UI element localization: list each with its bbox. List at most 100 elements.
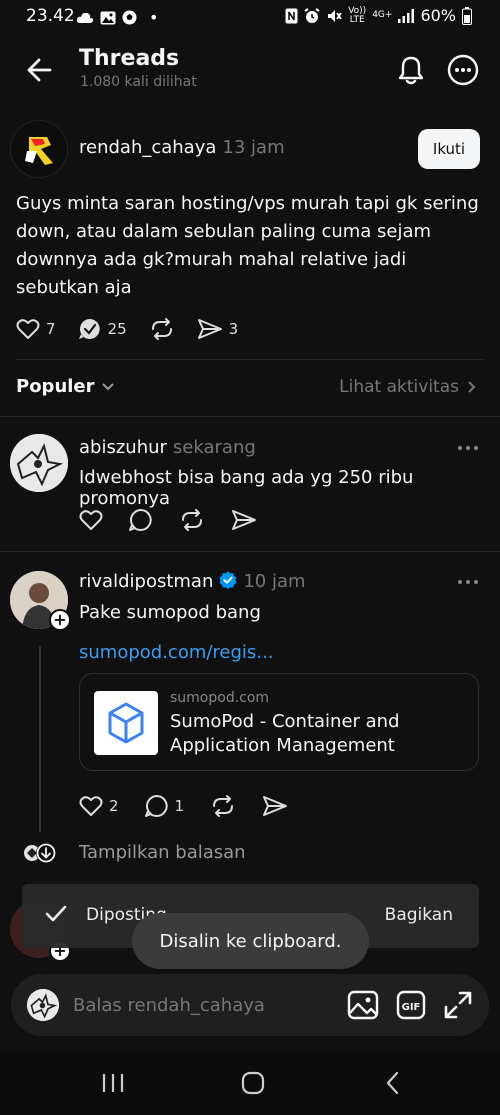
alarm-icon — [304, 7, 320, 23]
show-replies-avatars — [22, 841, 58, 865]
home-button[interactable] — [240, 1070, 266, 1096]
sort-label: Populer — [16, 376, 95, 397]
post-author-username[interactable]: rendah_cahaya — [79, 137, 216, 158]
like-count: 7 — [46, 320, 56, 338]
view-activity-label: Lihat aktivitas — [339, 377, 459, 397]
reply-author-username[interactable]: rivaldipostman — [79, 571, 213, 592]
system-back-button[interactable] — [380, 1070, 406, 1096]
comment-button[interactable] — [129, 508, 153, 532]
chevron-left-icon — [386, 1071, 399, 1095]
send-icon — [197, 319, 222, 339]
share-count: 3 — [228, 320, 239, 338]
repost-button[interactable] — [179, 508, 205, 532]
reply-input[interactable] — [73, 974, 333, 1036]
post-actions: 7 25 3 — [16, 316, 260, 342]
reply-author-line: abiszuhur sekarang — [79, 437, 256, 458]
reply-author-line: rivaldipostman 10 jam — [79, 571, 306, 592]
chevron-right-icon — [468, 381, 476, 393]
nfc-icon — [285, 8, 298, 23]
bell-icon — [398, 56, 424, 85]
reply-avatars-icon — [24, 843, 56, 863]
gallery-icon — [100, 11, 116, 24]
reply-link[interactable]: sumopod.com/regis... — [79, 642, 273, 663]
image-icon — [347, 990, 379, 1020]
chevron-down-icon — [101, 382, 114, 390]
repost-icon — [151, 318, 172, 340]
post-timestamp: 13 jam — [222, 137, 285, 158]
follow-plus-badge[interactable]: + — [49, 609, 71, 631]
repost-icon — [213, 795, 234, 817]
status-time: 23.42 — [26, 6, 75, 26]
show-replies-link[interactable]: Tampilkan balasan — [79, 842, 246, 863]
like-button[interactable] — [79, 509, 103, 531]
reply-bubble-check-icon — [78, 319, 100, 339]
back-button[interactable] — [22, 54, 58, 86]
heart-icon — [79, 796, 103, 816]
link-preview-card[interactable]: sumopod.com SumoPod - Container and Appl… — [79, 673, 479, 771]
share-action-button[interactable]: Bagikan — [385, 905, 453, 925]
share-button[interactable] — [231, 508, 257, 532]
status-system-icons: Vo)) LTE 4G+ 60% — [285, 6, 472, 25]
post-author-avatar[interactable] — [10, 120, 68, 178]
follow-button[interactable]: Ikuti — [418, 129, 480, 169]
image-attach-button[interactable] — [347, 989, 379, 1021]
send-icon — [232, 510, 256, 530]
heart-icon — [16, 319, 40, 339]
expand-button[interactable] — [443, 989, 473, 1021]
status-notification-icons: • — [76, 8, 158, 27]
expand-icon — [444, 991, 472, 1019]
clipboard-toast: Disalin ke clipboard. — [132, 913, 369, 969]
reply-author-avatar[interactable] — [10, 434, 68, 492]
comment-button[interactable]: 1 — [144, 794, 185, 818]
share-button[interactable]: 3 — [197, 317, 239, 341]
heart-icon — [79, 510, 103, 530]
replies-button[interactable]: 25 — [78, 317, 127, 341]
sort-dropdown[interactable]: Populer — [16, 376, 115, 397]
like-button[interactable]: 2 — [79, 795, 119, 817]
reply-more-button[interactable] — [457, 578, 479, 586]
reply-actions: 2 1 — [79, 794, 314, 818]
volte-indicator: Vo)) LTE — [348, 5, 367, 25]
share-button[interactable] — [262, 794, 288, 818]
arrow-left-icon — [27, 58, 52, 82]
battery-percent: 60% — [420, 6, 456, 25]
recent-apps-icon — [102, 1074, 124, 1092]
more-horizontal-icon — [458, 580, 478, 584]
comment-icon — [144, 795, 168, 817]
reply-author-username[interactable]: abiszuhur — [79, 437, 167, 458]
recent-apps-button[interactable] — [100, 1070, 126, 1096]
repost-button[interactable] — [210, 794, 236, 818]
avatar-logo-icon — [11, 121, 67, 177]
sketch-avatar-icon — [10, 434, 68, 492]
more-options-button[interactable] — [447, 54, 479, 86]
home-icon — [241, 1071, 265, 1095]
reply-actions — [79, 508, 283, 532]
divider — [0, 551, 500, 552]
gif-icon: GIF — [396, 990, 426, 1020]
cloud-icon — [76, 12, 94, 23]
more-horizontal-icon — [458, 446, 478, 450]
post-author-line: rendah_cahaya 13 jam — [79, 137, 285, 158]
page-title: Threads — [79, 46, 180, 71]
view-activity-link[interactable]: Lihat aktivitas — [339, 377, 476, 397]
repost-button[interactable] — [149, 317, 175, 341]
reply-body: Idwebhost bisa bang ada yg 250 ribu prom… — [79, 467, 414, 509]
like-count: 2 — [109, 797, 119, 815]
cube-icon — [108, 702, 144, 744]
verified-badge-icon — [219, 571, 237, 589]
soccer-ball-icon — [122, 10, 137, 25]
reply-more-button[interactable] — [457, 444, 479, 452]
link-title: SumoPod - Container and Application Mana… — [170, 711, 400, 756]
repost-icon — [182, 509, 202, 531]
current-user-avatar — [27, 989, 59, 1021]
comment-count: 1 — [174, 797, 185, 815]
reply-timestamp: sekarang — [172, 437, 256, 458]
gif-button[interactable]: GIF — [396, 989, 426, 1021]
post-body: Guys minta saran hosting/vps murah tapi … — [16, 193, 479, 298]
mute-icon — [328, 9, 342, 22]
gif-label: GIF — [402, 1002, 421, 1013]
link-thumbnail — [94, 691, 158, 755]
like-button[interactable]: 7 — [16, 318, 56, 340]
notification-button[interactable] — [396, 54, 426, 86]
signal-icon — [398, 8, 415, 23]
